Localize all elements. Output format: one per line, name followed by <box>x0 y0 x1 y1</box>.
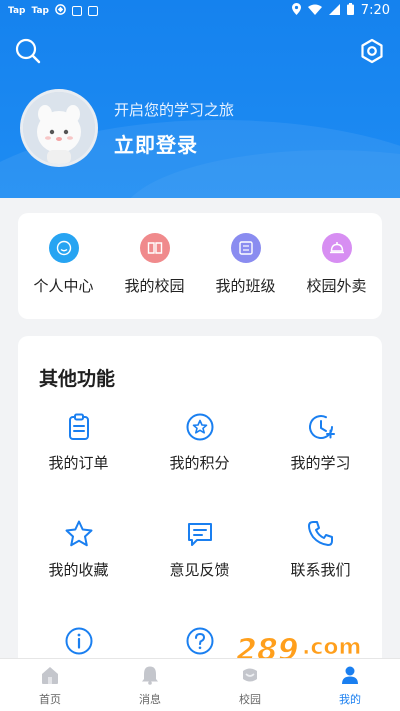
class-icon <box>230 233 261 263</box>
tab-campus[interactable]: 校园 <box>200 665 300 707</box>
feedback-icon <box>187 523 212 546</box>
quick-item-my-class[interactable]: 我的班级 <box>200 233 291 296</box>
svg-text:.com: .com <box>302 635 361 660</box>
help-icon <box>186 627 213 655</box>
quick-item-personal-center[interactable]: 个人中心 <box>18 233 109 296</box>
settings-button[interactable] <box>358 37 386 65</box>
quick-item-my-campus[interactable]: 我的校园 <box>109 233 200 296</box>
status-app-label: Tap <box>31 6 50 16</box>
func-label: 联系我们 <box>290 561 351 579</box>
quick-item-label: 校园外卖 <box>306 277 367 295</box>
func-label: 我的收藏 <box>48 561 109 579</box>
status-time: 7:20 <box>360 3 390 18</box>
signal-icon <box>328 3 340 18</box>
location-icon <box>291 3 301 18</box>
func-label: 我的学习 <box>290 454 351 472</box>
home-icon <box>42 667 58 684</box>
section-title: 其他功能 <box>39 368 116 390</box>
func-feedback[interactable]: 意见反馈 <box>139 519 260 580</box>
wifi-icon <box>307 4 322 18</box>
quick-item-label: 我的校园 <box>124 277 185 295</box>
bell-icon <box>142 666 158 685</box>
search-button[interactable] <box>14 37 42 65</box>
quick-item-label: 我的班级 <box>215 277 276 295</box>
avatar-cartoon-icon <box>23 92 95 164</box>
func-label: 我的积分 <box>169 454 230 472</box>
quick-item-label: 个人中心 <box>33 277 94 295</box>
func-label: 意见反馈 <box>169 561 230 579</box>
sync-icon <box>55 4 66 18</box>
tab-label: 消息 <box>139 693 161 706</box>
tab-home[interactable]: 首页 <box>0 665 100 707</box>
greeting-text: 开启您的学习之旅 <box>114 101 235 119</box>
tab-label: 我的 <box>339 693 361 706</box>
profile-header: Tap Tap 7:20 开启您的学习之旅 立即登录 <box>0 0 400 198</box>
tab-label: 校园 <box>239 693 261 706</box>
book-icon <box>139 233 170 263</box>
avatar[interactable] <box>20 89 98 167</box>
search-icon <box>15 38 41 64</box>
clipboard-icon <box>68 413 89 440</box>
food-cloche-icon <box>321 233 352 263</box>
tab-mine[interactable]: 我的 <box>300 665 400 707</box>
func-my-orders[interactable]: 我的订单 <box>18 412 139 473</box>
info-icon <box>65 627 92 655</box>
func-label: 我的订单 <box>48 454 109 472</box>
clock-icon <box>308 415 335 439</box>
tab-label: 首页 <box>39 693 61 706</box>
star-icon <box>65 520 92 547</box>
battery-icon <box>346 3 354 18</box>
person-circle-icon <box>48 233 79 263</box>
func-my-favorites[interactable]: 我的收藏 <box>18 519 139 580</box>
login-button[interactable]: 立即登录 <box>114 129 198 158</box>
quick-menu-card: 个人中心 我的校园 我的班级 校园外卖 <box>18 213 382 319</box>
star-badge-icon <box>186 413 213 441</box>
settings-hexagon-icon <box>361 38 383 64</box>
tab-messages[interactable]: 消息 <box>100 665 200 707</box>
func-contact-us[interactable]: 联系我们 <box>260 519 381 580</box>
app-icon <box>88 6 98 16</box>
campus-icon <box>243 668 257 682</box>
other-functions-card: 其他功能 我的订单 我的积分 我的学习 我的收藏 意见反馈 联系我们 <box>18 336 382 676</box>
status-app-label: Tap <box>8 6 26 16</box>
mail-icon <box>72 6 82 16</box>
quick-item-campus-takeout[interactable]: 校园外卖 <box>291 233 382 296</box>
func-my-learning[interactable]: 我的学习 <box>260 412 381 473</box>
user-icon <box>342 666 358 684</box>
func-my-points[interactable]: 我的积分 <box>139 412 260 473</box>
bottom-tab-bar: 首页 消息 校园 我的 <box>0 658 400 711</box>
status-bar: Tap Tap 7:20 <box>0 0 400 22</box>
phone-icon <box>307 521 333 546</box>
